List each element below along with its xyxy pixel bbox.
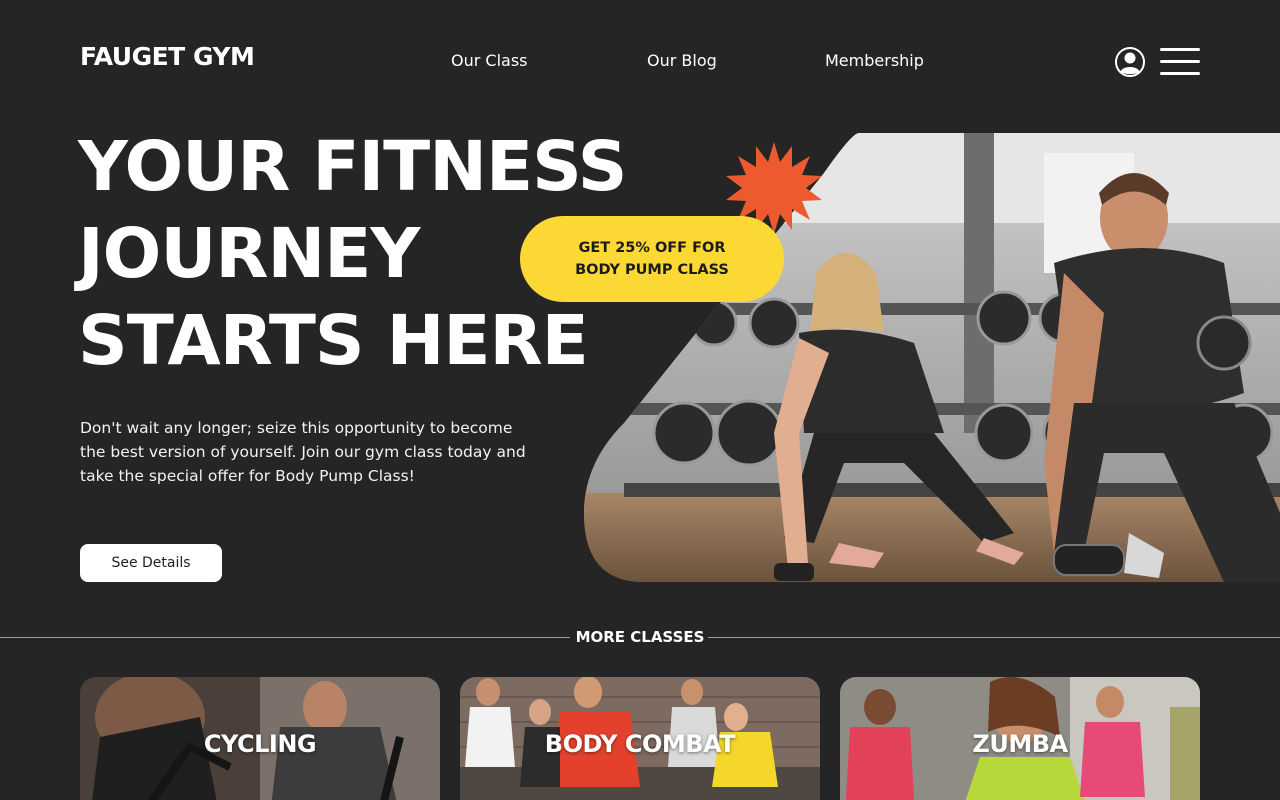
section-divider-left <box>0 637 570 638</box>
hero-gym-photo <box>584 133 1280 582</box>
user-circle-icon[interactable] <box>1114 46 1146 78</box>
promo-line-2: BODY PUMP CLASS <box>575 262 729 278</box>
card-label-body-combat: BODY COMBAT <box>544 730 736 758</box>
see-details-button[interactable]: See Details <box>80 544 222 582</box>
hero-title-line-3: STARTS HERE <box>78 301 589 381</box>
class-card-body-combat[interactable]: BODY COMBAT <box>460 677 820 800</box>
hero-title-line-1: YOUR FITNESS <box>78 127 627 207</box>
class-card-zumba[interactable]: ZUMBA <box>840 677 1200 800</box>
nav-our-blog[interactable]: Our Blog <box>647 51 717 70</box>
card-label-zumba: ZUMBA <box>972 730 1068 758</box>
nav-our-class[interactable]: Our Class <box>451 51 528 70</box>
more-classes-title: MORE CLASSES <box>575 628 705 646</box>
hero-description: Don't wait any longer; seize this opport… <box>80 419 526 485</box>
nav-membership[interactable]: Membership <box>825 51 924 70</box>
site-logo[interactable]: FAUGET GYM <box>80 42 255 71</box>
hamburger-menu-icon[interactable] <box>1160 46 1200 76</box>
promo-line-1: GET 25% OFF FOR <box>578 240 726 256</box>
card-label-cycling: CYCLING <box>203 730 317 758</box>
section-divider-right <box>708 637 1280 638</box>
class-card-cycling[interactable]: CYCLING <box>80 677 440 800</box>
promo-badge[interactable]: GET 25% OFF FOR BODY PUMP CLASS <box>520 216 784 302</box>
